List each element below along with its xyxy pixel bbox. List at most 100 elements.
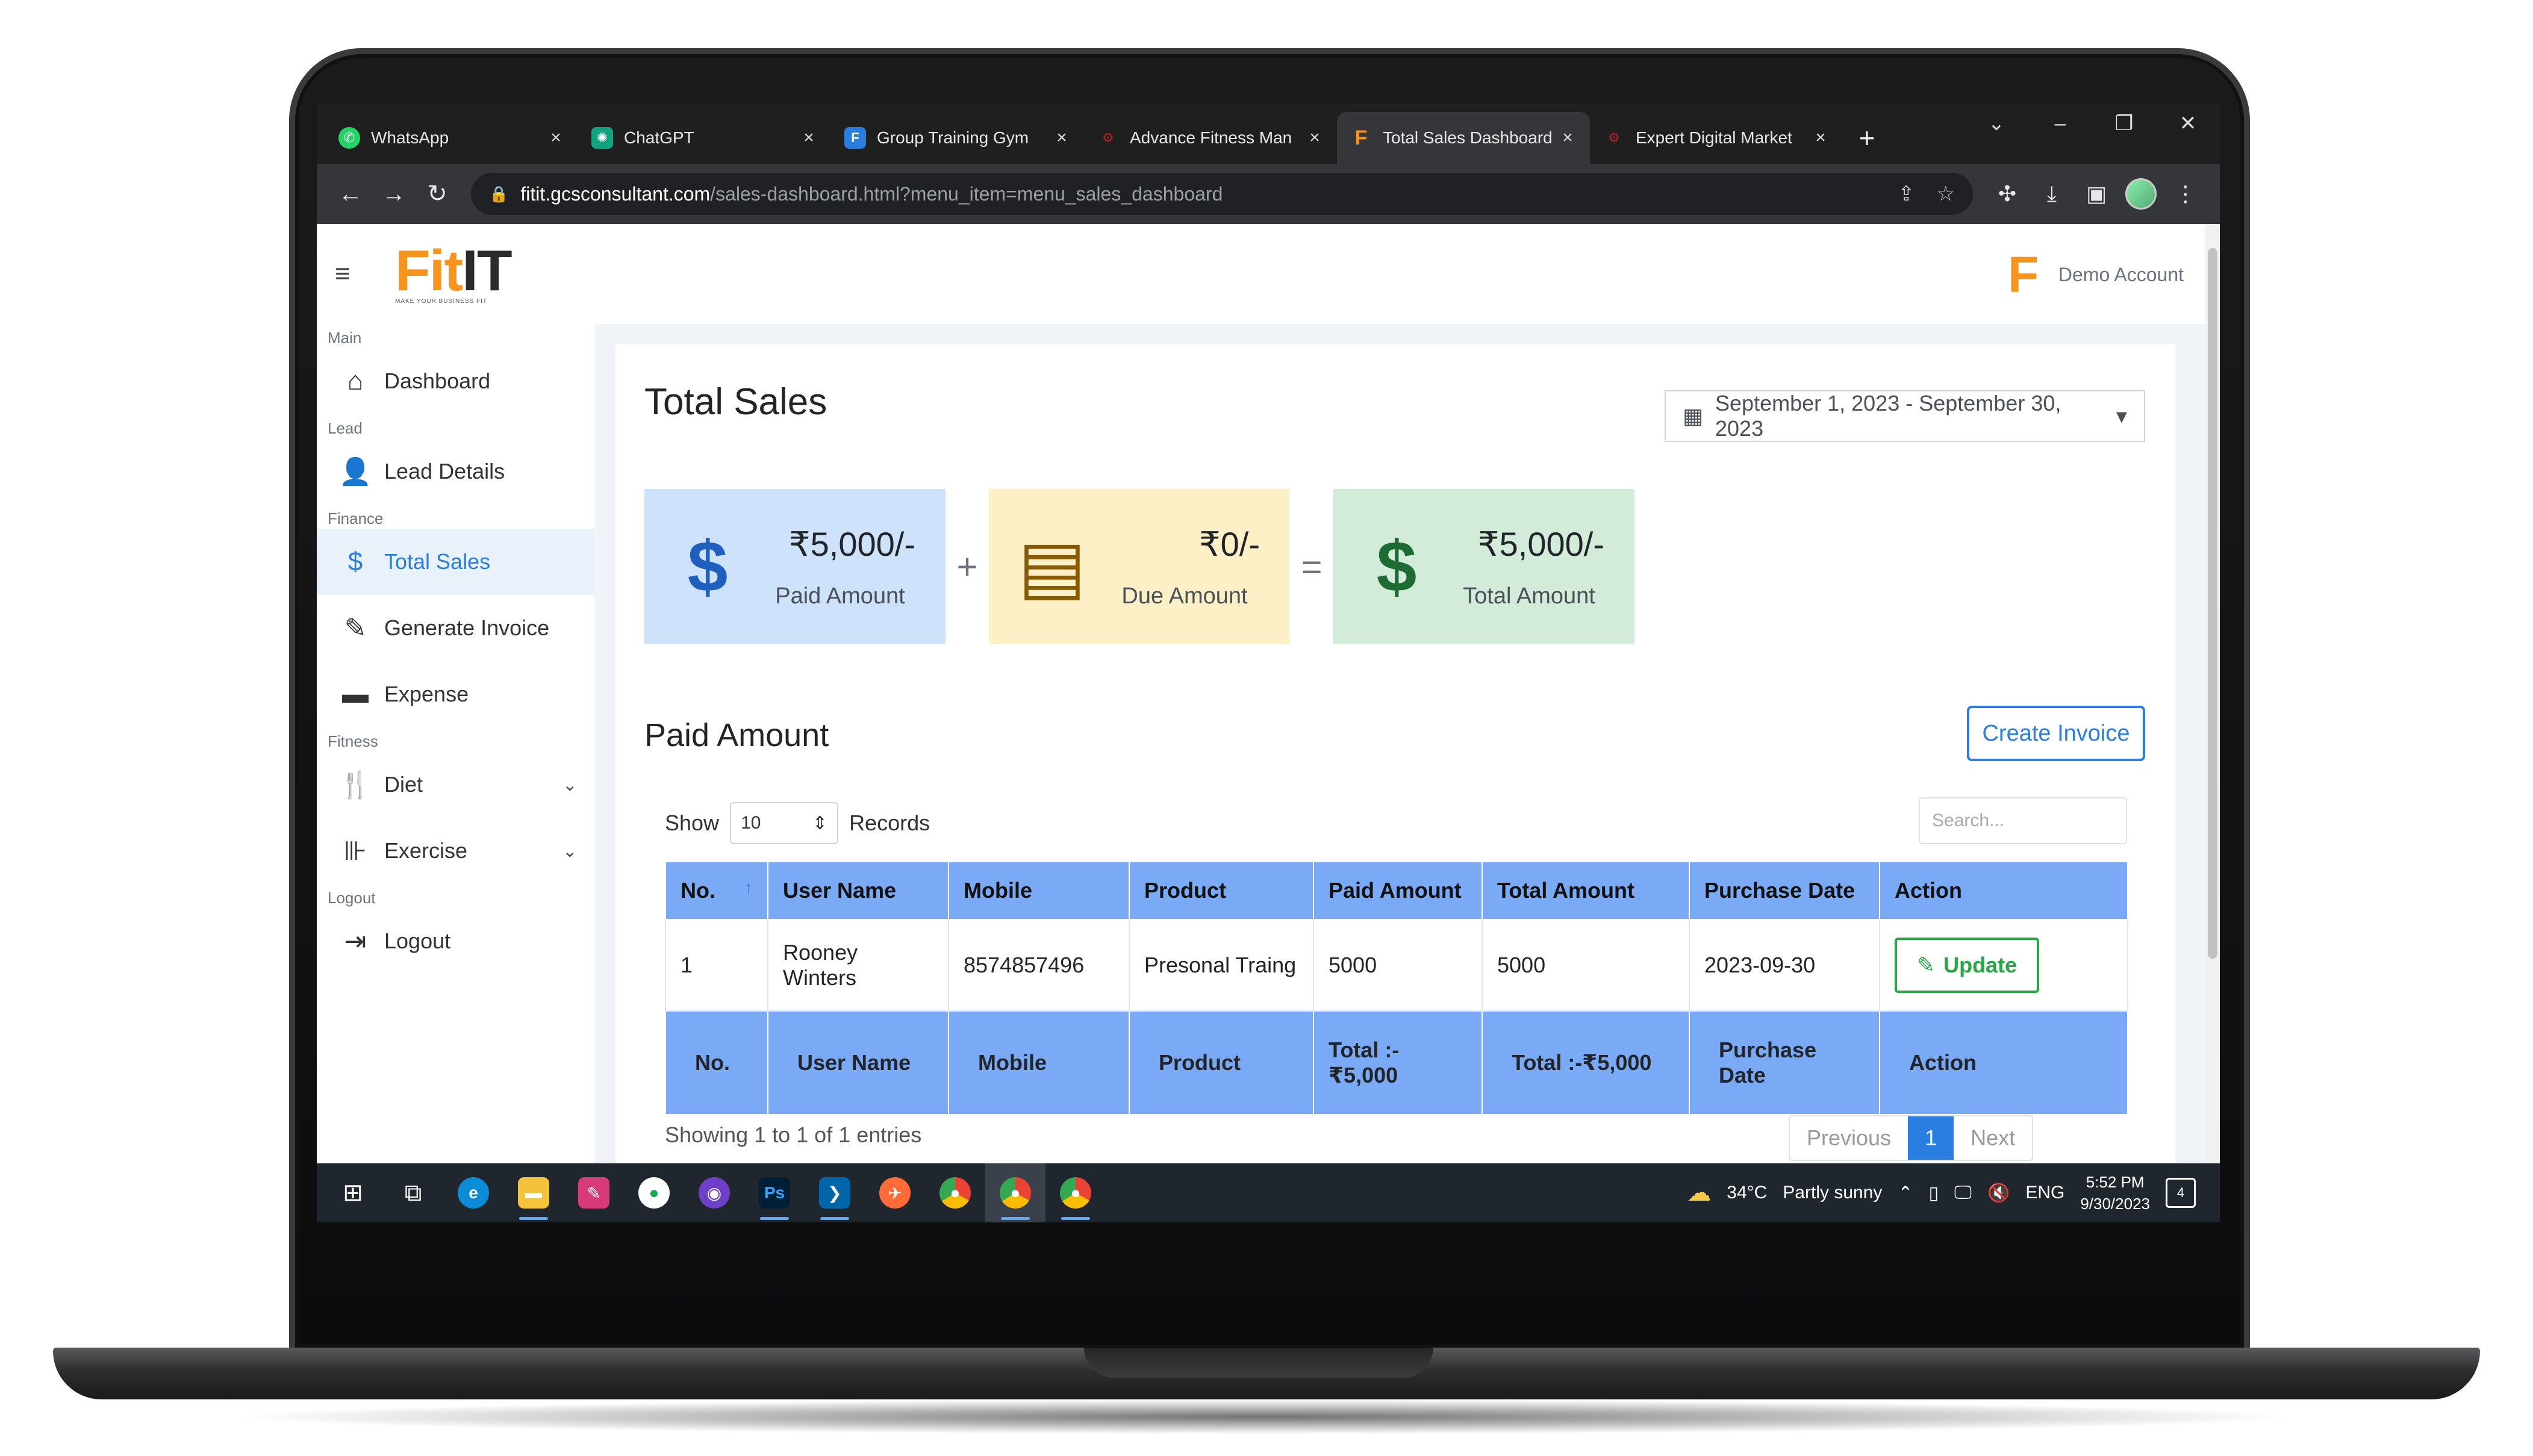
chrome-profile-icon[interactable]: ● [985,1163,1045,1222]
tab-whatsapp[interactable]: ✆ WhatsApp × [325,112,578,164]
sidebar-section-main: Main [328,329,362,347]
sidebar-item-exercise[interactable]: ⊪ Exercise ⌄ [317,818,595,884]
reload-icon[interactable]: ↻ [416,172,459,216]
volume-muted-icon[interactable]: 🔇 [1987,1183,2010,1204]
sidebar-item-total-sales[interactable]: $ Total Sales [317,529,595,595]
avatar [2125,178,2157,210]
page-1-button[interactable]: 1 [1908,1116,1954,1160]
battery-icon[interactable]: ▯ [1929,1183,1939,1204]
close-icon[interactable]: × [1053,128,1071,148]
page-size-select[interactable]: 10 ⇕ [730,802,839,844]
chevron-up-icon[interactable]: ⌃ [1898,1183,1913,1204]
page-title: Total Sales [644,381,827,423]
column-header[interactable]: Action [1879,861,2128,920]
section-title: Paid Amount [644,717,829,753]
new-tab-button[interactable]: + [1843,112,1891,164]
forward-icon[interactable]: → [372,172,416,216]
update-button[interactable]: ✎ Update [1895,938,2039,993]
share-icon[interactable]: ⇪ [1898,182,1915,206]
next-page-button[interactable]: Next [1954,1116,2032,1160]
task-view-icon[interactable]: ⧉ [383,1163,443,1222]
column-header[interactable]: Product [1129,861,1314,920]
whatsapp-icon: ✆ [338,127,360,149]
windows-start-icon[interactable]: ⊞ [323,1163,383,1222]
account-menu[interactable]: F Demo Account [2008,249,2184,300]
sidebar-section-finance: Finance [328,509,384,527]
back-icon[interactable]: ← [329,172,372,216]
restore-icon[interactable]: ❐ [2092,104,2156,143]
caret-down-icon: ▾ [2116,403,2127,428]
tab-chatgpt[interactable]: ✺ ChatGPT × [578,112,831,164]
fitit-orange-icon: F [1354,126,1368,149]
download-icon[interactable]: ⤓ [2030,172,2074,216]
mongodb-icon[interactable]: ● [624,1163,684,1222]
vscode-icon[interactable]: ❯ [805,1163,865,1222]
postman-icon[interactable]: ✈ [865,1163,925,1222]
close-icon[interactable]: × [1306,128,1324,148]
fitit-logo[interactable]: FitIT MAKE YOUR BUSINESS FIT [395,241,513,305]
sidebar-item-diet[interactable]: 🍴 Diet ⌄ [317,751,595,818]
paint-icon[interactable]: ✎ [564,1163,624,1222]
table-footer-row: No. User Name Mobile Product Total :-₹5,… [665,1010,2128,1115]
column-header[interactable]: Paid Amount [1313,861,1483,920]
bookmark-star-icon[interactable]: ☆ [1937,182,1955,206]
column-header[interactable]: Mobile [948,861,1130,920]
due-amount-card: ▤ ₹0/- Due Amount [989,489,1290,644]
page-scrollbar[interactable] [2205,224,2220,1163]
date-range-picker[interactable]: ▦ September 1, 2023 - September 30, 2023… [1665,390,2145,442]
tab-group-training[interactable]: F Group Training Gym × [831,112,1084,164]
sign-out-icon: ⇥ [344,926,367,956]
pagination: Previous 1 Next [1789,1115,2034,1161]
column-header[interactable]: Total Amount [1481,861,1690,920]
file-explorer-icon[interactable]: ▬ [503,1163,564,1222]
search-input[interactable]: Search... [1919,797,2127,844]
extensions-puzzle-icon[interactable]: ✣ [1985,172,2030,216]
system-tray: ☁ 34°C Partly sunny ⌃ ▯ 🖵 🔇 ENG 5:52 PM … [1687,1163,2196,1222]
previous-page-button[interactable]: Previous [1790,1116,1908,1160]
tab-search-icon[interactable]: ⌄ [1964,104,2028,143]
sidebar-item-dashboard[interactable]: ⌂ Dashboard [317,348,595,414]
sort-arrow-icon: ↑ [744,878,753,897]
column-header[interactable]: No. ↑ [665,861,768,920]
browser-toolbar: ← → ↻ 🔒 fitit.gcsconsultant.com /sales-d… [317,164,2220,224]
minimize-icon[interactable]: – [2028,104,2092,143]
network-icon[interactable]: 🖵 [1954,1183,1972,1203]
tab-expert-digital[interactable]: ⚙ Expert Digital Market × [1590,112,1843,164]
github-icon[interactable]: ◉ [684,1163,744,1222]
hand-dollar-icon: $ [687,526,728,607]
paid-amount-card: $ ₹5,000/- Paid Amount [644,489,946,644]
fitit-logo-mark-icon: F [2007,246,2039,303]
chevron-down-icon: ⌄ [562,775,577,794]
edge-icon[interactable]: e [443,1163,503,1222]
close-icon[interactable]: × [1559,128,1577,148]
notification-icon[interactable]: 4 [2166,1178,2196,1208]
profile-avatar[interactable] [2119,172,2163,216]
sidebar-item-generate-invoice[interactable]: ✎ Generate Invoice [317,595,595,661]
hamburger-menu-icon[interactable]: ≡ [335,259,371,289]
tab-advance-fitness[interactable]: ⚙ Advance Fitness Man × [1084,112,1337,164]
tab-total-sales[interactable]: F Total Sales Dashboard × [1337,112,1590,164]
menu-kebab-icon[interactable]: ⋮ [2163,172,2208,216]
side-panel-icon[interactable]: ▣ [2074,172,2119,216]
scrollbar-thumb[interactable] [2208,248,2217,959]
lock-icon[interactable]: 🔒 [489,185,508,204]
web-page: ≡ FitIT MAKE YOUR BUSINESS FIT F Demo Ac… [317,224,2220,1163]
chrome-profile-icon[interactable]: ● [1045,1163,1106,1222]
clock[interactable]: 5:52 PM 9/30/2023 [2080,1171,2150,1215]
weather-icon[interactable]: ☁ [1687,1179,1711,1207]
chrome-icon[interactable]: ● [925,1163,985,1222]
close-icon[interactable]: × [1812,128,1830,148]
close-icon[interactable]: × [800,128,818,148]
sidebar-item-lead-details[interactable]: 👤 Lead Details [317,438,595,505]
column-header[interactable]: Purchase Date [1689,861,1880,920]
sidebar-item-expense[interactable]: ▬ Expense [317,661,595,727]
close-icon[interactable]: × [547,128,565,148]
language-indicator[interactable]: ENG [2025,1183,2064,1203]
close-window-icon[interactable]: ✕ [2156,104,2220,143]
laptop-notch [1084,1348,1433,1378]
photoshop-icon[interactable]: Ps [744,1163,805,1222]
create-invoice-button[interactable]: Create Invoice [1967,706,2145,761]
column-header[interactable]: User Name [767,861,949,920]
sidebar-item-logout[interactable]: ⇥ Logout [317,908,595,974]
address-bar[interactable]: 🔒 fitit.gcsconsultant.com /sales-dashboa… [471,173,1973,215]
